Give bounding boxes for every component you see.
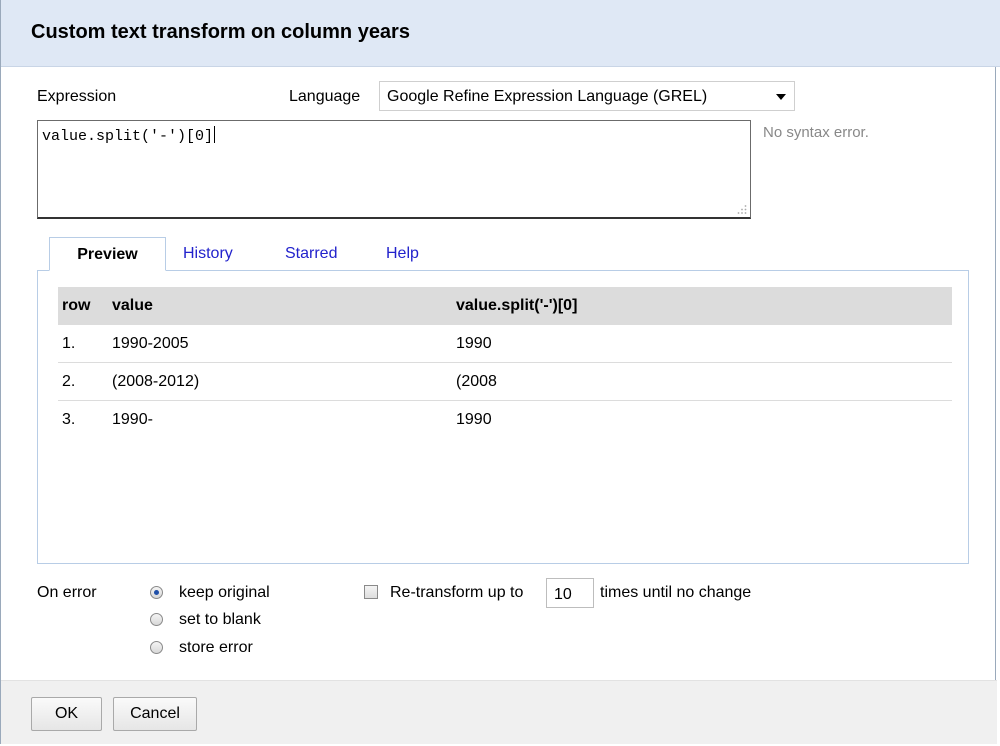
- dialog-title-bar: Custom text transform on column years: [1, 0, 1000, 67]
- column-header-value: value: [112, 297, 153, 314]
- row-result: 1990: [456, 411, 492, 428]
- chevron-down-icon: [776, 94, 786, 100]
- table-row: 3. 1990- 1990: [58, 401, 952, 439]
- table-header: row value value.split('-')[0]: [58, 287, 952, 325]
- language-select[interactable]: Google Refine Expression Language (GREL): [379, 81, 795, 111]
- tab-preview[interactable]: Preview: [49, 237, 166, 271]
- radio-store-error[interactable]: [150, 641, 163, 654]
- resize-grip-icon[interactable]: [737, 204, 747, 214]
- tab-history[interactable]: History: [183, 237, 233, 270]
- transform-dialog: Custom text transform on column years Ex…: [0, 0, 1000, 744]
- radio-label-set-to-blank[interactable]: set to blank: [179, 611, 261, 629]
- table-row: 2. (2008-2012) (2008: [58, 363, 952, 401]
- tab-help[interactable]: Help: [386, 237, 419, 270]
- expression-input[interactable]: value.split('-')[0]: [37, 120, 751, 219]
- on-error-label: On error: [37, 584, 97, 601]
- row-number: 3.: [62, 411, 76, 428]
- radio-label-store-error[interactable]: store error: [179, 639, 253, 657]
- row-number: 1.: [62, 335, 76, 352]
- table-row: 1. 1990-2005 1990: [58, 325, 952, 363]
- language-select-value: Google Refine Expression Language (GREL): [387, 88, 708, 105]
- radio-keep-original[interactable]: [150, 586, 163, 599]
- row-number: 2.: [62, 373, 76, 390]
- cancel-button[interactable]: Cancel: [113, 697, 197, 731]
- dialog-title: Custom text transform on column years: [31, 21, 410, 43]
- expression-text: value.split('-')[0]: [42, 128, 214, 145]
- row-value: 1990-2005: [112, 335, 189, 352]
- row-value: (2008-2012): [112, 373, 200, 390]
- column-header-result: value.split('-')[0]: [456, 297, 578, 314]
- dialog-footer: OK Cancel: [1, 680, 997, 744]
- ok-button[interactable]: OK: [31, 697, 102, 731]
- row-value: 1990-: [112, 411, 153, 428]
- column-header-row: row: [62, 297, 91, 314]
- language-label: Language: [289, 88, 361, 105]
- text-cursor: [214, 126, 216, 143]
- preview-panel: row value value.split('-')[0] 1. 1990-20…: [37, 270, 969, 564]
- radio-set-to-blank[interactable]: [150, 613, 163, 626]
- row-result: (2008: [456, 373, 497, 390]
- retransform-suffix: times until no change: [600, 584, 752, 601]
- radio-label-keep-original[interactable]: keep original: [179, 584, 270, 602]
- row-result: 1990: [456, 335, 492, 352]
- syntax-status: No syntax error.: [763, 124, 869, 141]
- retransform-count-input[interactable]: 10: [546, 578, 594, 608]
- tab-starred[interactable]: Starred: [285, 237, 337, 270]
- retransform-label: Re-transform up to: [390, 584, 524, 601]
- expression-label: Expression: [37, 88, 117, 105]
- retransform-checkbox[interactable]: [364, 585, 378, 599]
